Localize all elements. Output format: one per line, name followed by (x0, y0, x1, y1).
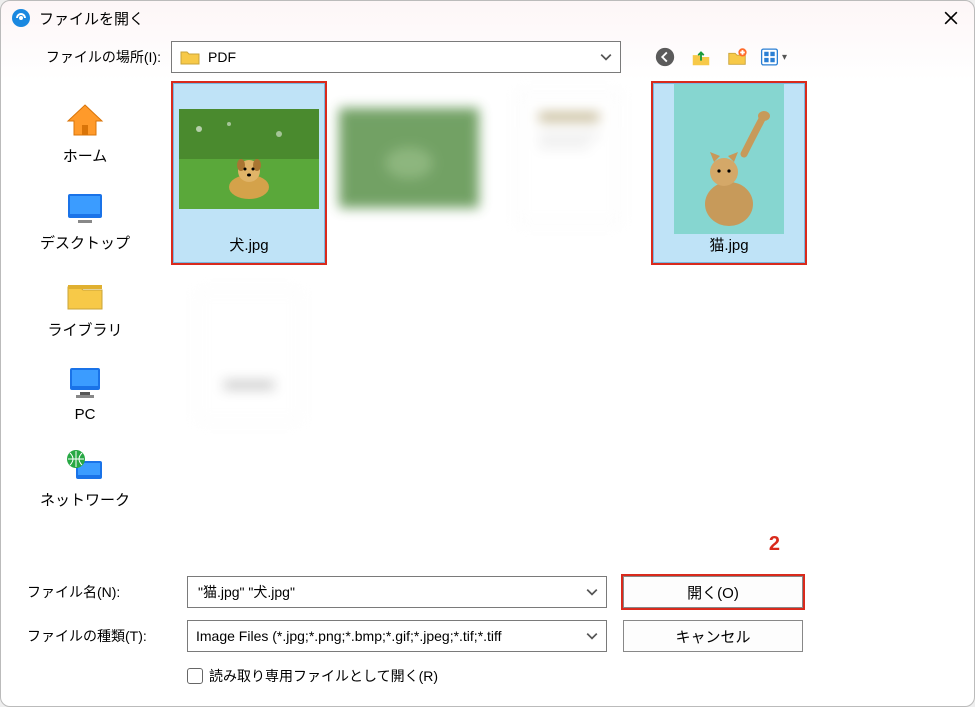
file-thumbnail (499, 87, 639, 229)
folder-icon (180, 49, 200, 65)
toolbar-icons: ▾ (651, 43, 787, 71)
filename-label: ファイル名(N): (17, 582, 187, 602)
file-name: 犬.jpg (229, 234, 268, 255)
sidebar-item-network[interactable]: ネットワーク (1, 437, 169, 524)
filetype-combo[interactable]: Image Files (*.jpg;*.png;*.bmp;*.gif;*.j… (187, 620, 607, 652)
annotation-marker-2: 2 (769, 533, 780, 556)
places-sidebar: ホーム デスクトップ ライブラリ PC (1, 79, 169, 562)
open-button[interactable]: 開く(O) (623, 576, 803, 608)
sidebar-item-desktop[interactable]: デスクトップ (1, 180, 169, 267)
home-icon (62, 101, 108, 141)
back-button[interactable] (651, 43, 679, 71)
sidebar-item-home[interactable]: ホーム (1, 93, 169, 180)
sidebar-item-label: ホーム (63, 145, 108, 166)
view-menu-button[interactable]: ▾ (759, 43, 787, 71)
file-thumbnail (339, 87, 479, 229)
titlebar: ファイルを開く (1, 1, 974, 35)
readonly-checkbox[interactable]: 読み取り専用ファイルとして開く(R) (187, 658, 958, 686)
file-thumbnail (659, 88, 799, 230)
libraries-icon (62, 275, 108, 315)
pc-icon (62, 362, 108, 402)
desktop-icon (62, 188, 108, 228)
app-icon (11, 8, 31, 28)
file-thumbnail (179, 88, 319, 230)
location-value: PDF (208, 49, 236, 65)
bottom-panel: 2 ファイル名(N): 開く(O) ファイルの種類(T): Image File… (1, 562, 974, 706)
dropdown-arrow-icon: ▾ (782, 52, 787, 63)
filename-input[interactable] (196, 583, 586, 601)
sidebar-item-label: PC (75, 406, 96, 423)
file-item[interactable] (493, 83, 645, 263)
sidebar-item-label: ネットワーク (40, 489, 130, 510)
checkbox-box (187, 668, 203, 684)
chevron-down-icon (586, 632, 598, 640)
file-item[interactable]: 猫.jpg (653, 83, 805, 263)
chevron-down-icon (586, 588, 598, 596)
location-combo[interactable]: PDF (171, 41, 621, 73)
file-list-pane[interactable]: 犬.jpg (169, 79, 958, 562)
file-name: 猫.jpg (709, 234, 748, 255)
readonly-label: 読み取り専用ファイルとして開く(R) (209, 666, 438, 686)
network-icon (62, 445, 108, 485)
location-label: ファイルの場所(I): (31, 47, 161, 67)
cancel-button[interactable]: キャンセル (623, 620, 803, 652)
sidebar-item-label: ライブラリ (47, 319, 122, 340)
file-open-dialog: ファイルを開く ファイルの場所(I): PDF (0, 0, 975, 707)
filename-field[interactable] (187, 576, 607, 608)
filetype-label: ファイルの種類(T): (17, 626, 187, 646)
filetype-value: Image Files (*.jpg;*.png;*.bmp;*.gif;*.j… (196, 628, 502, 644)
body-area: ホーム デスクトップ ライブラリ PC (1, 79, 974, 562)
close-button[interactable] (928, 1, 974, 35)
sidebar-item-pc[interactable]: PC (1, 354, 169, 437)
chevron-down-icon (600, 53, 612, 61)
sidebar-item-libraries[interactable]: ライブラリ (1, 267, 169, 354)
file-item[interactable] (173, 281, 325, 461)
new-folder-button[interactable] (723, 43, 751, 71)
file-item[interactable]: 犬.jpg (173, 83, 325, 263)
sidebar-item-label: デスクトップ (40, 232, 130, 253)
location-row: ファイルの場所(I): PDF ▾ (1, 35, 974, 79)
file-thumbnail (179, 285, 319, 427)
file-item[interactable] (333, 83, 485, 263)
up-button[interactable] (687, 43, 715, 71)
window-title: ファイルを開く (39, 8, 144, 29)
